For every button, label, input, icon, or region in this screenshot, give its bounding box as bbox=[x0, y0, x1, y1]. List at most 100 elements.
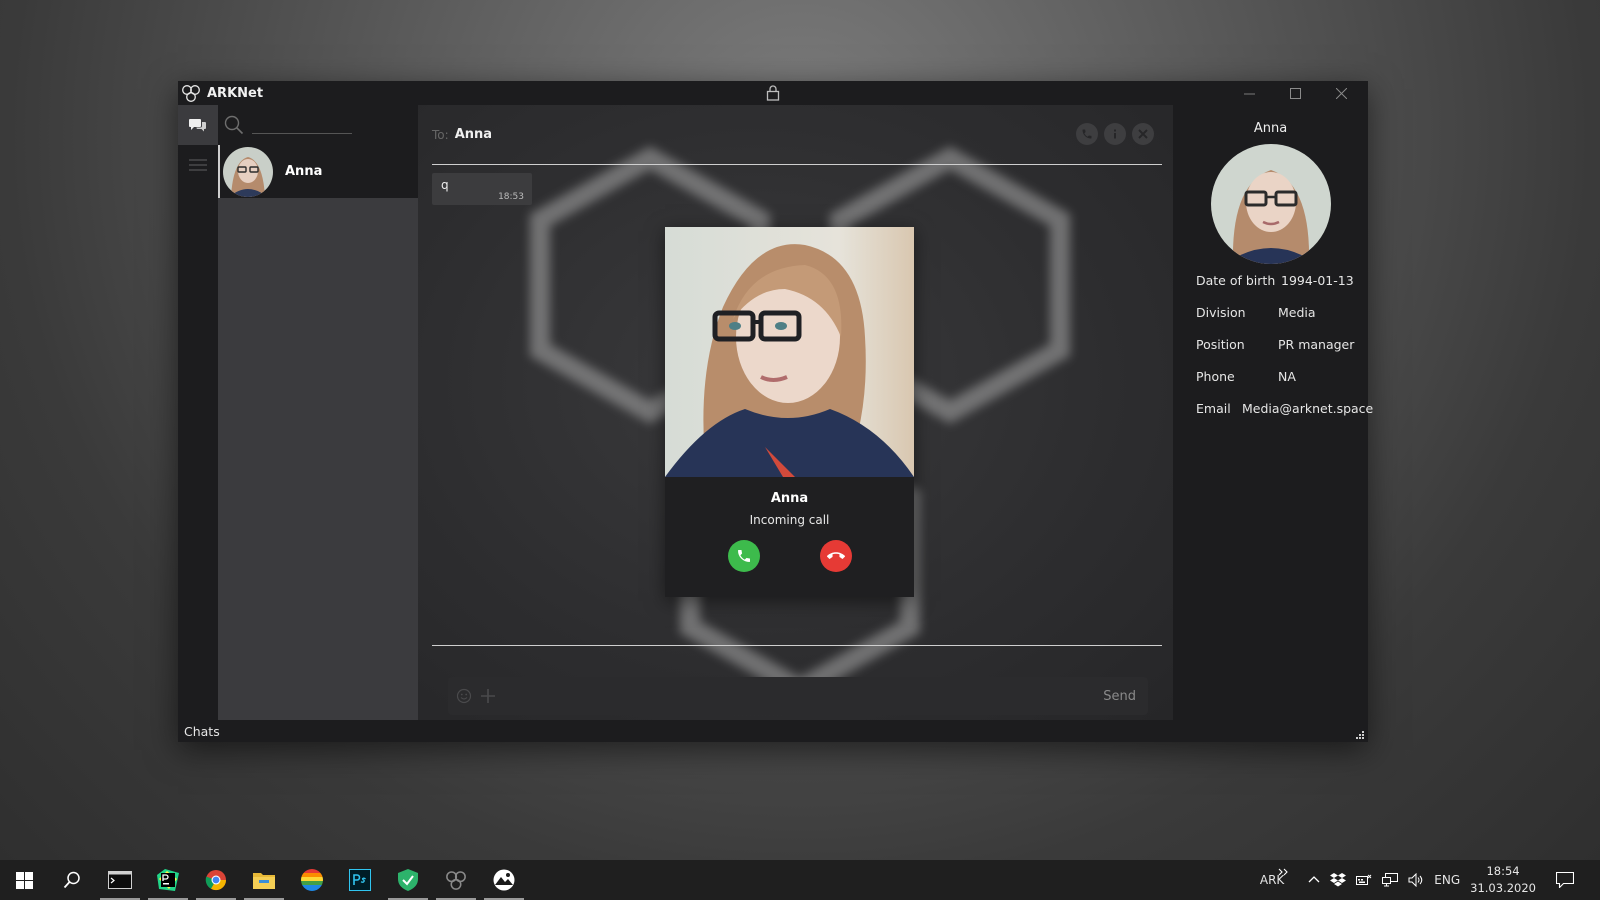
recipient-name: Anna bbox=[454, 127, 493, 142]
to-label: To: bbox=[432, 127, 449, 142]
pycharm-icon bbox=[157, 869, 179, 891]
close-icon bbox=[1138, 129, 1148, 139]
notifications-icon[interactable] bbox=[1556, 872, 1574, 888]
avatar bbox=[223, 146, 273, 197]
tray-label[interactable]: ARK bbox=[1260, 873, 1284, 887]
call-button[interactable] bbox=[1076, 123, 1098, 145]
title-bar[interactable]: ARKNet bbox=[178, 81, 1368, 105]
terminal-icon bbox=[108, 871, 132, 889]
chat-list-item[interactable]: Anna bbox=[218, 145, 418, 198]
position-value: PR manager bbox=[1278, 337, 1355, 352]
resize-grip-icon[interactable] bbox=[1355, 730, 1364, 739]
taskbar-pycharm[interactable] bbox=[144, 860, 192, 900]
incoming-call-dialog: Anna Incoming call bbox=[665, 227, 914, 597]
clock[interactable]: 18:54 31.03.2020 bbox=[1470, 863, 1536, 897]
conversation-panel: To: Anna q 18:53 Send Anna Incoming call bbox=[418, 105, 1173, 720]
taskbar-photos-app[interactable] bbox=[480, 860, 528, 900]
info-button[interactable] bbox=[1104, 123, 1126, 145]
chats-nav-button[interactable] bbox=[178, 105, 218, 145]
maximize-icon bbox=[1289, 87, 1301, 99]
hang-up-icon bbox=[826, 552, 845, 559]
clock-date: 31.03.2020 bbox=[1470, 881, 1536, 895]
close-window-button[interactable] bbox=[1318, 81, 1364, 105]
decline-call-button[interactable] bbox=[819, 540, 852, 572]
minimize-icon bbox=[1243, 93, 1255, 94]
emoji-icon[interactable] bbox=[456, 688, 472, 704]
search-icon bbox=[63, 871, 80, 889]
shield-icon bbox=[398, 869, 418, 891]
status-bar: Chats bbox=[178, 720, 1368, 742]
email-value[interactable]: Media@arknet.space bbox=[1242, 401, 1373, 416]
taskbar-file-explorer[interactable] bbox=[240, 860, 288, 900]
phone-label: Phone bbox=[1196, 369, 1235, 384]
message-composer: Send bbox=[448, 677, 1148, 715]
profile-avatar bbox=[1210, 144, 1331, 264]
network-icon[interactable] bbox=[1382, 873, 1399, 887]
taskbar-security-app[interactable] bbox=[384, 860, 432, 900]
send-button[interactable]: Send bbox=[1103, 689, 1136, 704]
mountain-photo-icon bbox=[493, 869, 515, 891]
folder-icon bbox=[253, 873, 275, 889]
taskbar-terminal[interactable] bbox=[96, 860, 144, 900]
system-tray: ARK ENG 18:54 31.03.2020 bbox=[1260, 860, 1600, 900]
arknet-logo-icon bbox=[446, 871, 466, 890]
contact-photo-icon bbox=[223, 146, 273, 197]
volume-icon[interactable] bbox=[1408, 873, 1424, 887]
start-button[interactable] bbox=[0, 860, 48, 900]
search-icon bbox=[224, 115, 244, 135]
lock-icon[interactable] bbox=[766, 84, 780, 101]
composer-divider bbox=[432, 645, 1162, 646]
minimize-button[interactable] bbox=[1226, 81, 1272, 105]
clock-time: 18:54 bbox=[1486, 864, 1520, 878]
division-label: Division bbox=[1196, 305, 1246, 320]
maximize-button[interactable] bbox=[1272, 81, 1318, 105]
close-icon bbox=[1335, 87, 1347, 99]
dob-label: Date of birth bbox=[1196, 273, 1276, 288]
info-icon bbox=[1114, 129, 1116, 139]
dropbox-icon[interactable] bbox=[1330, 873, 1347, 887]
app-title: ARKNet bbox=[207, 85, 264, 101]
taskbar-chrome[interactable] bbox=[192, 860, 240, 900]
position-label: Position bbox=[1196, 337, 1245, 352]
arknet-window: ARKNet Anna To: Anna q 18:53 Send Anna I… bbox=[178, 81, 1373, 742]
keyboard-icon[interactable] bbox=[1356, 873, 1372, 887]
input-language[interactable]: ENG bbox=[1434, 873, 1460, 887]
rainbow-circle-icon bbox=[301, 869, 323, 891]
taskbar-rainbow-app[interactable] bbox=[288, 860, 336, 900]
attach-plus-icon[interactable] bbox=[480, 688, 496, 704]
call-actions bbox=[665, 540, 914, 572]
taskbar-arknet[interactable] bbox=[432, 860, 480, 900]
accept-call-button[interactable] bbox=[727, 540, 760, 572]
conversation-header: To: Anna bbox=[432, 105, 1162, 165]
message-bubble[interactable]: q 18:53 bbox=[432, 173, 532, 205]
dob-value: 1994-01-13 bbox=[1281, 273, 1354, 288]
contact-photo-icon bbox=[1210, 144, 1331, 264]
navigation-rail bbox=[178, 105, 218, 720]
phone-icon bbox=[1082, 129, 1092, 139]
menu-nav-button[interactable] bbox=[178, 145, 218, 185]
search-input[interactable] bbox=[252, 116, 352, 134]
hamburger-menu-icon bbox=[189, 159, 207, 171]
close-chat-button[interactable] bbox=[1132, 123, 1154, 145]
search-bar bbox=[218, 105, 418, 145]
message-time: 18:53 bbox=[498, 192, 524, 202]
chat-bubbles-icon bbox=[189, 119, 206, 132]
division-value: Media bbox=[1278, 305, 1316, 320]
email-label: Email bbox=[1196, 401, 1231, 416]
taskbar-search-button[interactable] bbox=[48, 860, 96, 900]
chevron-up-icon[interactable] bbox=[1308, 874, 1320, 886]
chat-list-panel: Anna bbox=[218, 105, 418, 720]
message-input[interactable] bbox=[504, 682, 1104, 710]
contact-profile-panel: Anna Date of birth 1994-01-13 Division M… bbox=[1173, 105, 1373, 720]
header-actions bbox=[1076, 123, 1154, 145]
windows-logo-icon bbox=[15, 871, 33, 889]
taskbar-photoshop[interactable] bbox=[336, 860, 384, 900]
message-text: q bbox=[441, 178, 449, 192]
chrome-icon bbox=[205, 870, 227, 891]
phone-icon bbox=[737, 550, 750, 562]
chat-item-name: Anna bbox=[285, 164, 323, 179]
caller-name: Anna bbox=[770, 491, 809, 506]
status-label: Chats bbox=[184, 723, 220, 739]
photoshop-icon bbox=[349, 869, 371, 891]
caller-photo bbox=[665, 227, 914, 477]
